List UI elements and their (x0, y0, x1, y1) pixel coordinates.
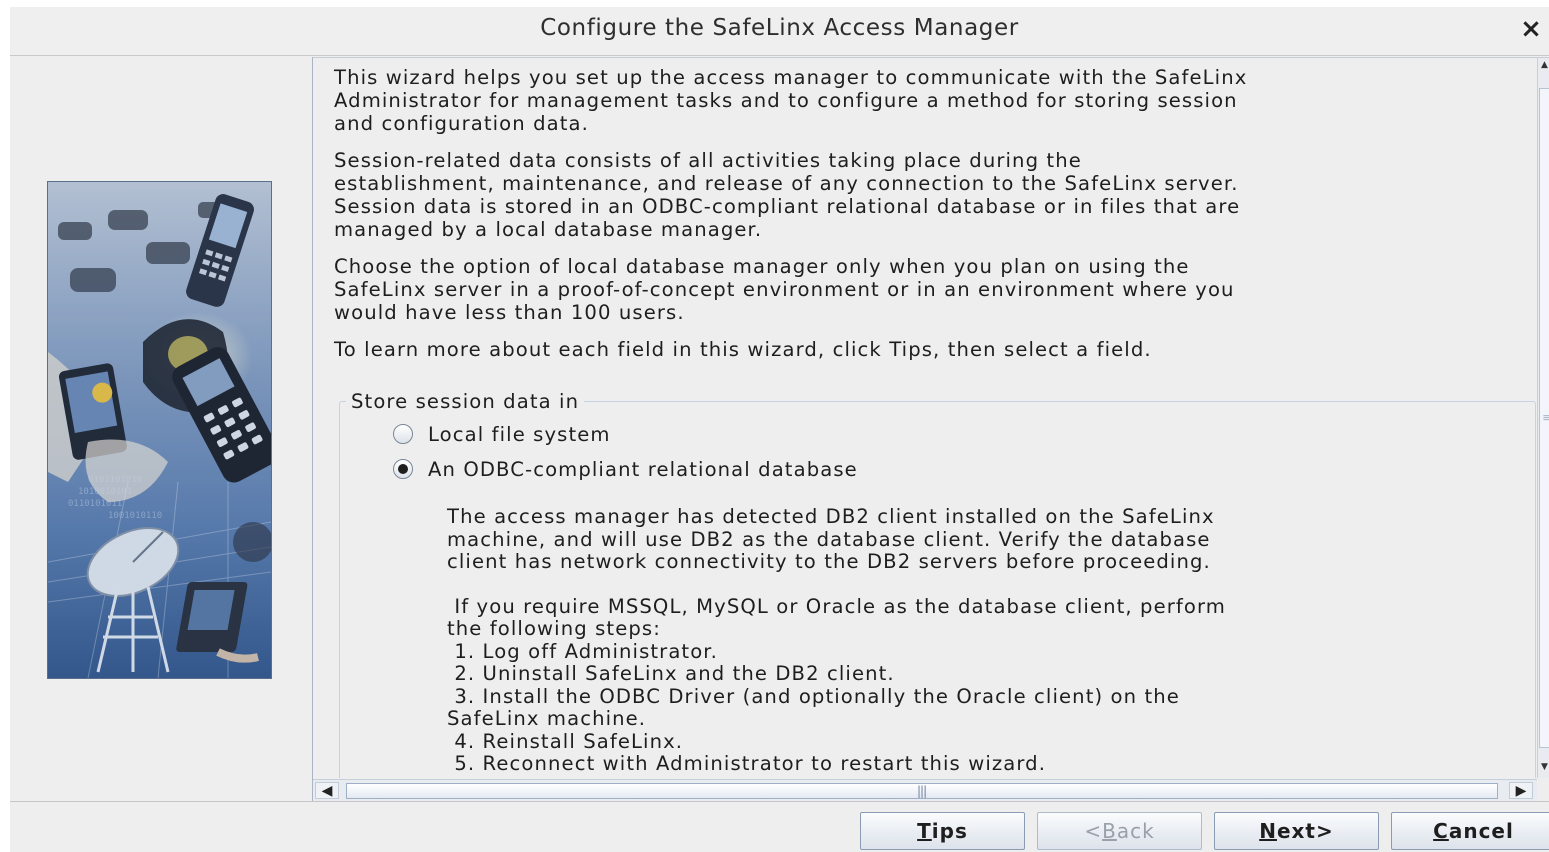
text-line: the following steps: (447, 617, 661, 640)
text-line: SafeLinx server in a proof-of-concept en… (334, 278, 1235, 301)
text-line: This wizard helps you set up the access … (334, 66, 1248, 89)
text-line: Choose the option of local database mana… (334, 255, 1190, 278)
radio-button-unselected[interactable] (393, 424, 413, 444)
radio-dot-icon (398, 464, 408, 474)
vertical-scroll-thumb[interactable]: ——— (1539, 88, 1549, 748)
wizard-illustration-icon: 0101101010 1010010101 0110101011 1001010… (47, 181, 272, 679)
vertical-scrollbar[interactable]: ▲ ——— ▼ (1537, 58, 1549, 778)
store-session-group: Store session data in Local file system … (339, 390, 1536, 778)
grip-icon: ——— (1543, 412, 1549, 424)
tips-button[interactable]: Tips (860, 812, 1025, 850)
text-line: Session-related data consists of all act… (334, 149, 1082, 172)
grip-icon: ||| (917, 784, 927, 798)
back-button[interactable]: <Back (1037, 812, 1202, 850)
intro-paragraph-2: Session-related data consists of all act… (334, 149, 1537, 241)
content-scroll-pane[interactable]: This wizard helps you set up the access … (312, 57, 1549, 802)
step-item: 5. Reconnect with Administrator to resta… (447, 752, 1047, 775)
intro-text: This wizard helps you set up the access … (334, 66, 1537, 375)
intro-paragraph-4: To learn more about each field in this w… (334, 338, 1152, 361)
scroll-up-icon[interactable]: ▲ (1539, 60, 1549, 74)
text-line: The access manager has detected DB2 clie… (447, 505, 1215, 528)
store-session-legend: Store session data in (346, 390, 585, 413)
next-button[interactable]: Next> (1214, 812, 1379, 850)
text-line: machine, and will use DB2 as the databas… (447, 527, 1211, 551)
text-line: If you require MSSQL, MySQL or Oracle as… (447, 594, 1226, 618)
scroll-down-icon[interactable]: ▼ (1539, 762, 1549, 776)
horizontal-scrollbar[interactable]: ◀ ||| ▶ (313, 779, 1537, 802)
step-item: 3. Install the ODBC Driver (and optional… (447, 684, 1180, 708)
database-info-text: The access manager has detected DB2 clie… (447, 505, 1226, 776)
intro-paragraph-1: This wizard helps you set up the access … (334, 66, 1537, 135)
scroll-right-icon[interactable]: ▶ (1509, 782, 1533, 799)
title-bar: Configure the SafeLinx Access Manager × (10, 7, 1549, 56)
content-viewport: This wizard helps you set up the access … (313, 58, 1537, 778)
text-line: Administrator for management tasks and t… (334, 89, 1238, 112)
radio-label[interactable]: Local file system (428, 422, 611, 448)
text-line: Session data is stored in an ODBC-compli… (334, 195, 1241, 218)
horizontal-scroll-thumb[interactable]: ||| (346, 783, 1498, 799)
radio-label[interactable]: An ODBC-compliant relational database (428, 457, 858, 483)
step-item: 4. Reinstall SafeLinx. (447, 729, 684, 753)
button-bar: Tips <Back Next> Cancel (10, 801, 1549, 852)
step-item: 2. Uninstall SafeLinx and the DB2 client… (447, 662, 895, 685)
text-line: client has network connectivity to the D… (447, 550, 1211, 573)
text-line: managed by a local database manager. (334, 218, 763, 241)
cancel-button[interactable]: Cancel (1391, 812, 1549, 850)
text-line: establishment, maintenance, and release … (334, 172, 1239, 195)
wizard-side-panel: 0101101010 1010010101 0110101011 1001010… (10, 57, 312, 801)
radio-button-selected[interactable] (393, 459, 413, 479)
close-icon[interactable]: × (1517, 13, 1545, 45)
intro-paragraph-3: Choose the option of local database mana… (334, 255, 1537, 324)
text-line: and configuration data. (334, 112, 589, 135)
text-line: would have less than 100 users. (334, 301, 685, 324)
configure-dialog: Configure the SafeLinx Access Manager × (10, 7, 1549, 852)
scroll-left-icon[interactable]: ◀ (315, 782, 339, 799)
step-item: 1. Log off Administrator. (447, 639, 718, 663)
step-item: SafeLinx machine. (447, 707, 647, 730)
dialog-title: Configure the SafeLinx Access Manager (540, 15, 1019, 41)
